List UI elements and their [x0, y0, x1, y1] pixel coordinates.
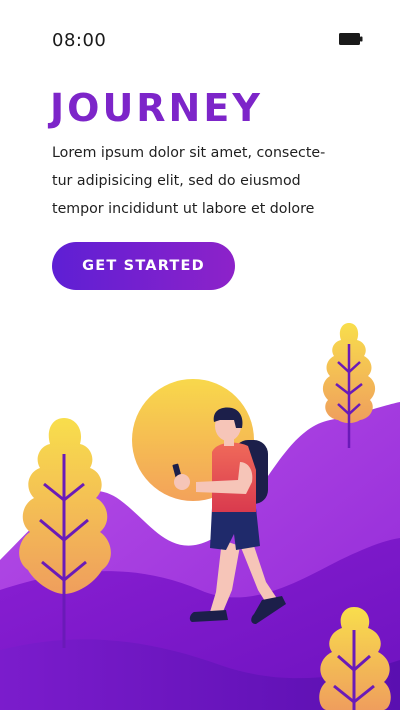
- intro-line: tur adipisicing elit, sed do eiusmod: [52, 173, 301, 189]
- intro-line: tempor incididunt ut labore et dolore: [52, 201, 315, 217]
- status-bar: 08:00: [0, 0, 400, 80]
- hero-illustration: [0, 323, 400, 710]
- page-title: JOURNEY: [50, 86, 263, 130]
- intro-line: Lorem ipsum dolor sit amet, consecte-: [52, 145, 326, 161]
- get-started-button[interactable]: GET STARTED: [52, 242, 235, 290]
- intro-text: Lorem ipsum dolor sit amet, consecte- tu…: [52, 139, 362, 223]
- status-time: 08:00: [52, 30, 107, 51]
- battery-icon: [339, 33, 363, 45]
